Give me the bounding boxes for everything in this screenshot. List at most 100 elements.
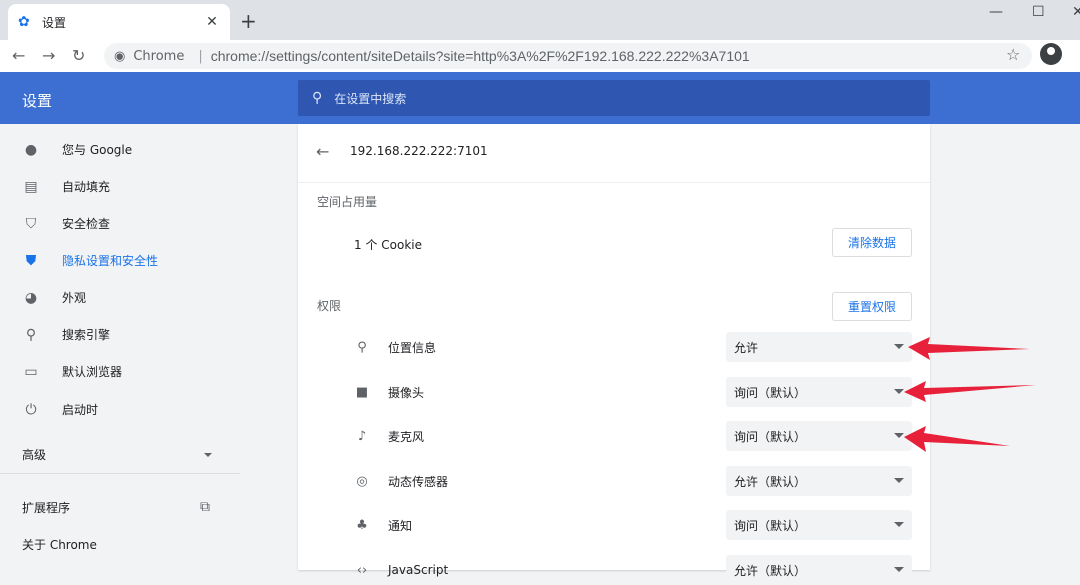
browser-icon: ▭ [24,363,38,380]
chevron-down-icon [204,453,212,457]
bell-icon: ♣ [356,517,368,533]
sidebar-item-google[interactable]: ● 您与 Google [0,131,240,168]
sidebar-item-safety-check[interactable]: ⛉ 安全检查 [0,205,240,242]
settings-header: 设置 ⚲ 在设置中搜索 [0,72,1080,124]
address-separator: | [198,48,203,64]
search-placeholder: 在设置中搜索 [334,91,407,106]
sidebar: ● 您与 Google ▤ 自动填充 ⛉ 安全检查 ⛊ 隐私设置和安全性 ◕ 外… [0,124,240,570]
palette-icon: ◕ [24,289,38,306]
dropdown-caret-icon [894,478,904,483]
power-icon: ⏻ [25,401,37,418]
sidebar-item-label: 默认浏览器 [62,365,123,379]
sidebar-advanced[interactable]: 高级 [0,436,240,473]
sidebar-item-default-browser[interactable]: ▭ 默认浏览器 [0,353,240,390]
permission-label: 摄像头 [388,385,425,400]
address-chip: Chrome [133,48,185,64]
search-icon: ⚲ [312,90,323,106]
url-text: chrome://settings/content/siteDetails?si… [210,48,750,64]
forward-icon[interactable]: → [42,46,55,65]
reset-permissions-button[interactable]: 重置权限 [832,292,912,321]
profile-avatar[interactable] [1040,43,1062,65]
sensor-icon: ◎ [356,473,368,489]
cookie-count: 1 个 Cookie [354,238,422,252]
sidebar-item-on-startup[interactable]: ⏻ 启动时 [0,391,240,428]
permission-label: 通知 [388,518,413,533]
tab-settings[interactable]: ✿ 设置 ✕ [8,4,230,40]
new-tab-button[interactable]: + [240,9,257,33]
select-value: 询问（默认） [734,385,807,400]
sidebar-divider [0,473,240,474]
minimize-icon[interactable]: — [989,4,1003,20]
usage-heading: 空间占用量 [317,195,378,209]
site-details-panel: ← 192.168.222.222:7101 空间占用量 1 个 Cookie … [298,124,930,585]
sidebar-item-label: 您与 Google [62,143,133,157]
permission-row-camera: ■ 摄像头 询问（默认） [354,377,914,407]
chrome-icon: ◉ [114,48,126,64]
extensions-label: 扩展程序 [22,501,71,515]
clipboard-icon: ▤ [24,178,38,195]
sidebar-item-search-engine[interactable]: ⚲ 搜索引擎 [0,316,240,353]
back-arrow-icon[interactable]: ← [316,142,329,161]
select-value: 询问（默认） [734,518,807,533]
gear-icon: ✿ [18,14,30,30]
select-value: 允许 [734,340,759,355]
permission-label: 麦克风 [388,429,425,444]
select-value: 询问（默认） [734,429,807,444]
page-title: 设置 [22,92,53,110]
advanced-label: 高级 [22,448,47,462]
permission-label: JavaScript [388,563,449,577]
permissions-heading: 权限 [317,299,342,313]
sidebar-item-label: 隐私设置和安全性 [62,254,159,268]
permission-select[interactable]: 询问（默认） [726,377,912,407]
reload-icon[interactable]: ↻ [72,46,85,65]
shield-check-icon: ⛉ [25,215,37,232]
permission-select[interactable]: 允许（默认） [726,555,912,585]
location-icon: ⚲ [357,339,367,355]
person-icon: ● [24,141,38,158]
clear-data-button[interactable]: 清除数据 [832,228,912,257]
star-icon[interactable]: ☆ [1006,45,1020,64]
code-icon: ‹› [356,562,368,578]
permission-row-notifications: ♣ 通知 询问（默认） [354,510,914,540]
maximize-icon[interactable]: ☐ [1032,4,1045,20]
search-input[interactable]: ⚲ 在设置中搜索 [298,80,930,116]
permission-row-location: ⚲ 位置信息 允许 [354,332,914,362]
sidebar-item-label: 安全检查 [62,217,111,231]
camera-icon: ■ [355,384,369,400]
sidebar-item-autofill[interactable]: ▤ 自动填充 [0,168,240,205]
sidebar-item-privacy[interactable]: ⛊ 隐私设置和安全性 [0,242,240,279]
sidebar-item-about[interactable]: 关于 Chrome [0,526,240,563]
sidebar-item-extensions[interactable]: 扩展程序 ⧉ [0,489,240,526]
permission-select[interactable]: 允许（默认） [726,466,912,496]
toolbar: ← → ↻ ◉ Chrome | chrome://settings/conte… [0,40,1080,72]
shield-icon: ⛊ [25,252,37,269]
address-bar[interactable]: ◉ Chrome | chrome://settings/content/sit… [104,43,1032,69]
tab-title: 设置 [42,15,67,30]
mic-icon: ♪ [357,428,367,444]
about-label: 关于 Chrome [22,538,97,552]
permission-row-javascript: ‹› JavaScript 允许（默认） [354,555,914,585]
permission-row-motion-sensors: ◎ 动态传感器 允许（默认） [354,466,914,496]
window-close-icon[interactable]: ✕ [1072,4,1080,20]
dropdown-caret-icon [894,344,904,349]
site-name: 192.168.222.222:7101 [350,144,488,158]
permission-select[interactable]: 询问（默认） [726,421,912,451]
back-icon[interactable]: ← [12,46,25,65]
permission-select[interactable]: 允许 [726,332,912,362]
title-bar: ✿ 设置 ✕ + — ☐ ✕ [0,0,1080,40]
permission-label: 位置信息 [388,340,437,355]
divider [298,182,930,183]
select-value: 允许（默认） [734,563,807,578]
dropdown-caret-icon [894,433,904,438]
select-value: 允许（默认） [734,474,807,489]
sidebar-item-label: 启动时 [62,403,99,417]
dropdown-caret-icon [894,522,904,527]
permission-select[interactable]: 询问（默认） [726,510,912,540]
close-icon[interactable]: ✕ [204,14,220,30]
permission-label: 动态传感器 [388,474,449,489]
sidebar-item-label: 自动填充 [62,180,111,194]
sidebar-item-label: 搜索引擎 [62,328,111,342]
permission-row-microphone: ♪ 麦克风 询问（默认） [354,421,914,451]
search-icon: ⚲ [25,326,37,343]
sidebar-item-appearance[interactable]: ◕ 外观 [0,279,240,316]
